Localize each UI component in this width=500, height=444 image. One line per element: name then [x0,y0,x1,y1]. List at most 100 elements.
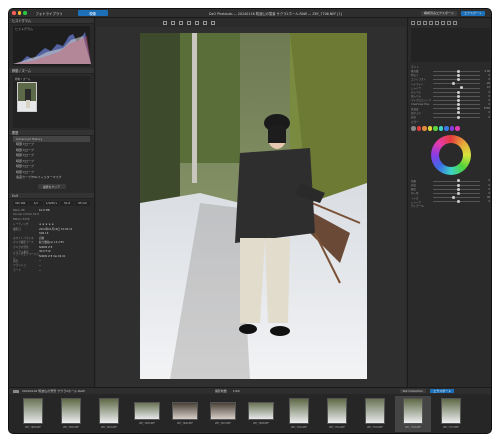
slider-value[interactable]: 0 [482,103,490,106]
slider-track[interactable] [433,82,480,86]
filmstrip-thumbnail[interactable] [441,398,461,424]
exif-section-header[interactable]: Exif [9,193,94,199]
slider-track[interactable] [433,103,480,107]
minimize-icon[interactable] [17,11,21,15]
zoom-icon[interactable] [23,11,27,15]
filmstrip-item[interactable]: Z8Y_7701.NEF [319,396,355,432]
geometry-icon[interactable] [429,21,433,25]
slider-track[interactable] [433,107,480,111]
folder-name[interactable]: 20240116 筑波山の雪景 サクラ2ホール.RAW [22,389,85,393]
filmstrip-item[interactable]: Z8Y_7695.NEF [129,396,165,432]
filmstrip-item[interactable]: Z8Y_7707.NEF [433,396,469,432]
light-icon[interactable] [411,21,415,25]
slider-track[interactable] [433,187,480,191]
tab-photo-library[interactable]: フォトライブラリ [33,10,66,16]
slider-value[interactable]: 5250 [482,107,490,110]
slider-track[interactable] [433,183,480,187]
filmstrip-thumbnail[interactable] [23,398,43,424]
filmstrip-thumbnail[interactable] [210,402,236,420]
filmstrip-item[interactable]: Z8Y_7690.NEF [53,396,89,432]
slider-track[interactable] [433,200,480,204]
slider-knob[interactable] [456,115,460,119]
color-swatch[interactable] [422,126,427,131]
favorites-icon[interactable] [447,21,451,25]
watermark-icon[interactable] [441,21,445,25]
slider-value[interactable]: 0 [482,200,490,203]
filmstrip-thumbnail[interactable] [327,398,347,424]
repair-icon[interactable] [195,20,199,25]
mask-icon[interactable] [203,20,207,25]
search-icon[interactable] [453,21,457,25]
color-swatch[interactable] [411,126,416,131]
close-icon[interactable] [12,11,16,15]
slider-track[interactable] [433,98,480,102]
slider-value[interactable]: 0 [482,116,490,119]
slider-knob[interactable] [456,73,460,77]
slider-track[interactable] [433,179,480,183]
filmstrip-thumbnail[interactable] [365,398,385,424]
slider-value[interactable]: 0 [482,95,490,98]
slider-track[interactable] [433,77,480,81]
slider-knob[interactable] [456,179,460,183]
slider-track[interactable] [433,115,480,119]
slider-track[interactable] [433,94,480,98]
slider-track[interactable] [433,69,480,73]
filmstrip-item[interactable]: Z8Y_7697.NEF [205,396,241,432]
slider-value[interactable]: 0 [482,91,490,94]
filmstrip-item[interactable]: Z8Y_7698.NEF [243,396,279,432]
slider-knob[interactable] [451,82,455,86]
slider-knob[interactable] [456,94,460,98]
color-section-header[interactable]: カラー [411,119,490,124]
slider-knob[interactable] [460,86,464,90]
slider-value[interactable]: 0 [482,179,490,182]
slider-value[interactable]: 15 [482,86,490,89]
image-viewer[interactable] [96,27,406,387]
color-swatch[interactable] [438,126,443,131]
filmstrip-item[interactable]: Z8Y_7693.NEF [91,396,127,432]
color-swatch[interactable] [444,126,449,131]
filmstrip-thumbnail[interactable] [403,398,423,424]
tab-develop[interactable]: 現像 [77,10,108,16]
slider-knob[interactable] [456,111,460,115]
filmstrip-item[interactable]: Z8Y_7700.NEF [281,396,317,432]
filmstrip-item[interactable]: Z8Y_7689.NEF [15,396,51,432]
filmstrip-thumbnail[interactable] [61,398,81,424]
clear-history-button[interactable]: 履歴をクリア [37,184,66,189]
slider-knob[interactable] [456,98,460,102]
slider-knob[interactable] [456,200,460,204]
filmstrip-thumbnail[interactable] [99,398,119,424]
local-adjust-icon[interactable] [435,21,439,25]
slider-value[interactable]: 0 [482,78,490,81]
slider-knob[interactable] [457,107,461,111]
filmstrip-thumbnail[interactable] [172,402,198,420]
straighten-icon[interactable] [187,20,191,25]
slider-knob[interactable] [456,77,460,81]
slider-value[interactable]: 0 [482,188,490,191]
slider-value[interactable]: 0 [482,192,490,195]
color-icon[interactable] [417,21,421,25]
preset-area[interactable] [411,28,490,62]
color-swatch[interactable] [433,126,438,131]
slider-value[interactable]: 40 [482,196,490,199]
slider-track[interactable] [433,90,480,94]
slider-value[interactable]: 0 [482,111,490,114]
detail-section-header[interactable]: ディテール [411,204,490,209]
slider-track[interactable] [433,73,480,77]
filmstrip-thumbnail[interactable] [289,398,309,424]
export-to-button[interactable]: エクスポート [430,389,455,393]
color-swatch[interactable] [449,126,454,131]
export-preset-button[interactable]: 構成済みエクスポート [421,10,457,16]
rotate-icon[interactable] [179,20,183,25]
crop-icon[interactable] [171,20,175,25]
slider-value[interactable]: 0.00 [482,70,490,73]
slider-track[interactable] [433,196,480,200]
filmstrip-item[interactable]: Z8Y_7706.NEF [395,396,431,432]
slider-track[interactable] [433,111,480,115]
compare-icon[interactable] [163,20,167,25]
navigator[interactable]: 移動 / ズーム [13,76,90,128]
slider-value[interactable]: -20 [482,82,490,85]
filmstrip-item[interactable]: Z8Y_7702.NEF [357,396,393,432]
zoom-fit-icon[interactable] [211,20,215,25]
nik-collection-button[interactable]: Nik Collection [399,389,427,393]
slider-track[interactable] [433,191,480,195]
